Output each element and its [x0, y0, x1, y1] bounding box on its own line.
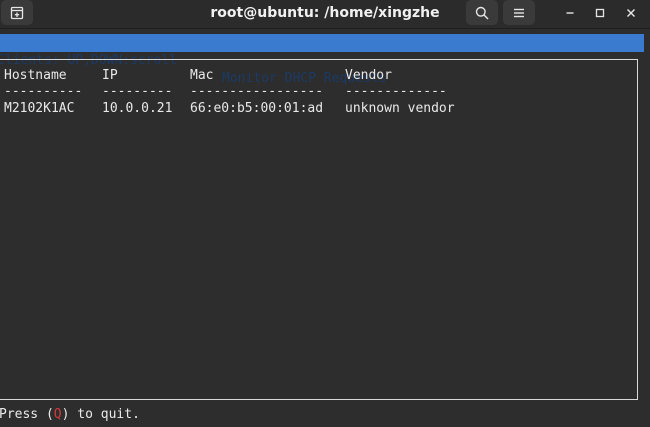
- separator: ---------: [102, 84, 173, 99]
- search-icon: [475, 6, 489, 20]
- quit-key: Q: [53, 407, 62, 422]
- terminal-window: root@ubuntu: /home/xingzhe Clients: UP,D…: [0, 0, 650, 427]
- cell-ip: 10.0.0.21: [102, 101, 173, 116]
- maximize-button[interactable]: [585, 0, 615, 25]
- cell-mac: 66:e0:b5:00:01:ad: [190, 101, 324, 116]
- window-title: root@ubuntu: /home/xingzhe: [210, 5, 440, 21]
- hamburger-menu-icon: [514, 8, 524, 17]
- column-header-ip: IP: [102, 68, 118, 83]
- close-icon: [627, 8, 635, 17]
- column-header-hostname: Hostname: [4, 68, 67, 83]
- column-header-mac: Mac: [190, 68, 214, 83]
- separator: ----------: [4, 84, 83, 99]
- table-row[interactable]: M2102K1AC 10.0.0.21 66:e0:b5:00:01:ad un…: [4, 101, 455, 117]
- table-header-row: Hostname IP Mac Vendor: [4, 68, 392, 84]
- search-button[interactable]: [466, 0, 498, 25]
- separator: -------------: [345, 84, 447, 99]
- minimize-icon: [566, 11, 574, 14]
- title-bar: root@ubuntu: /home/xingzhe: [0, 0, 650, 29]
- header-bar: Clients: UP,DOWN:scroll Monitor DHCP Req…: [0, 34, 644, 86]
- column-header-vendor: Vendor: [345, 68, 392, 83]
- cell-hostname: M2102K1AC: [4, 101, 75, 116]
- minimize-button[interactable]: [555, 0, 585, 25]
- quit-hint-suffix: ) to quit.: [61, 407, 140, 422]
- cell-vendor: unknown vendor: [345, 101, 455, 116]
- maximize-icon: [595, 8, 605, 17]
- quit-hint-prefix: Press (: [0, 407, 54, 422]
- close-button[interactable]: [616, 0, 646, 25]
- table-separator-row: ---------- --------- ----------------- -…: [4, 84, 447, 100]
- clients-panel[interactable]: Hostname IP Mac Vendor ---------- ------…: [0, 59, 638, 400]
- quit-hint: Press (Q) to quit.: [0, 407, 140, 423]
- menu-button[interactable]: [503, 0, 535, 25]
- separator: -----------------: [190, 84, 324, 99]
